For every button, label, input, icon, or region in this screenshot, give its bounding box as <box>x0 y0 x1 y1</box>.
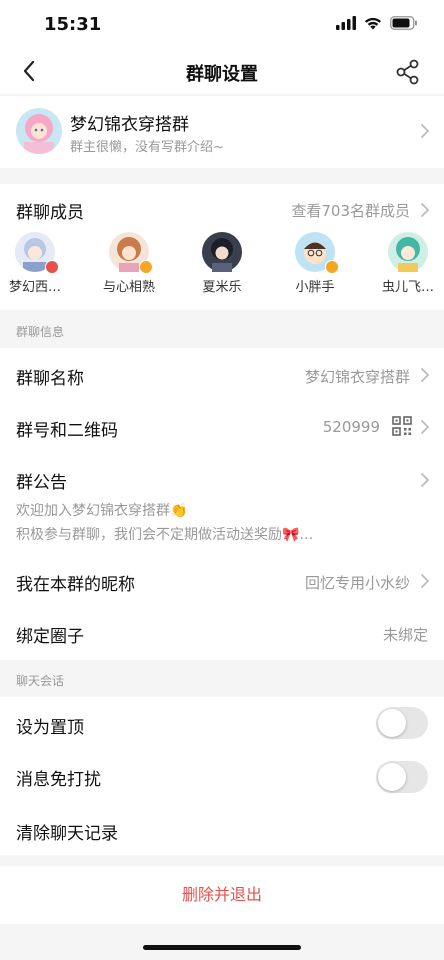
avatar <box>388 232 428 272</box>
wifi-icon <box>365 17 381 30</box>
my-nickname-row[interactable]: 我在本群的昵称 回忆专用小水纱 <box>0 554 444 606</box>
bind-circle-value: 未绑定 <box>382 626 428 644</box>
notice-line: 积极参与群聊，我们会不定期做活动送奖励🎀… <box>16 527 314 543</box>
pin-label: 设为置顶 <box>16 718 84 738</box>
nav-bar: 群聊设置 <box>0 50 444 94</box>
group-notice-label: 群公告 <box>16 473 67 493</box>
delete-exit-button[interactable]: 删除并退出 <box>0 866 444 924</box>
home-indicator <box>143 945 301 950</box>
member-name: 虫儿飞… <box>381 280 434 295</box>
my-nickname-value: 回忆专用小水纱 <box>304 574 410 592</box>
group-description: 群主很懒，没有写群介绍~ <box>70 140 224 155</box>
section-header-chat: 聊天会话 <box>16 674 65 688</box>
bind-circle-label: 绑定圈子 <box>16 627 84 647</box>
avatar <box>295 232 339 274</box>
member-badge <box>139 260 153 274</box>
clear-history-label: 清除聊天记录 <box>16 824 118 844</box>
member-name: 与心相熟 <box>102 280 155 295</box>
page-title: 群聊设置 <box>186 64 258 85</box>
member-name: 梦幻西… <box>8 280 61 295</box>
group-name-value: 梦幻锦衣穿搭群 <box>304 368 410 386</box>
status-time: 15:31 <box>44 14 102 35</box>
group-avatar <box>16 108 62 154</box>
status-bar: 15:31 <box>0 0 444 50</box>
mute-label: 消息免打扰 <box>16 770 101 790</box>
signal-icon <box>336 16 356 30</box>
avatar <box>109 232 153 274</box>
notice-line: 欢迎加入梦幻锦衣穿搭群👏 <box>16 503 188 519</box>
toggle-knob <box>378 709 406 737</box>
pin-row: 设为置顶 <box>0 697 444 749</box>
bind-circle-row[interactable]: 绑定圈子 未绑定 <box>0 606 444 658</box>
member-item[interactable]: 虫儿飞… <box>373 232 443 295</box>
member-item[interactable]: 夏米乐 <box>187 232 257 295</box>
member-badge <box>325 260 339 274</box>
group-name: 梦幻锦衣穿搭群 <box>70 115 189 135</box>
member-badge <box>45 260 59 274</box>
chevron-right-icon <box>421 574 429 588</box>
share-button[interactable] <box>394 58 422 86</box>
group-id-label: 群号和二维码 <box>16 421 118 441</box>
members-label: 群聊成员 <box>16 203 84 223</box>
members-section: 群聊成员 查看703名群成员 梦幻西… 与心相熟 夏米乐 小胖手 虫儿飞… <box>0 184 444 310</box>
group-id-value: 520999 <box>322 418 380 436</box>
member-item[interactable]: 小胖手 <box>280 232 350 295</box>
chevron-right-icon <box>421 124 429 138</box>
chevron-right-icon <box>421 420 429 434</box>
group-card[interactable]: 梦幻锦衣穿搭群 群主很懒，没有写群介绍~ <box>0 96 444 168</box>
group-name-label: 群聊名称 <box>16 369 84 389</box>
group-notice-row[interactable]: 群公告 欢迎加入梦幻锦衣穿搭群👏 积极参与群聊，我们会不定期做活动送奖励🎀… <box>0 452 444 554</box>
my-nickname-label: 我在本群的昵称 <box>16 575 135 595</box>
mute-toggle[interactable] <box>376 761 428 793</box>
group-id-row[interactable]: 群号和二维码 520999 <box>0 400 444 452</box>
chevron-right-icon <box>421 203 429 217</box>
toggle-knob <box>378 763 406 791</box>
chat-section: 设为置顶 消息免打扰 清除聊天记录 <box>0 697 444 855</box>
group-name-row[interactable]: 群聊名称 梦幻锦衣穿搭群 <box>0 348 444 400</box>
section-header-info: 群聊信息 <box>16 325 65 339</box>
avatar <box>202 232 242 272</box>
mute-row: 消息免打扰 <box>0 749 444 801</box>
member-item[interactable]: 与心相熟 <box>94 232 164 295</box>
member-name: 夏米乐 <box>202 280 242 295</box>
avatar <box>15 232 59 274</box>
chevron-right-icon <box>421 368 429 382</box>
qr-code-icon <box>392 416 412 436</box>
member-name: 小胖手 <box>295 280 335 295</box>
view-all-members-link[interactable]: 查看703名群成员 <box>291 200 410 221</box>
status-icons <box>336 16 418 30</box>
pin-toggle[interactable] <box>376 707 428 739</box>
share-icon <box>396 59 419 85</box>
member-item[interactable]: 梦幻西… <box>0 232 70 295</box>
battery-icon <box>390 16 417 30</box>
chevron-right-icon <box>421 473 429 487</box>
group-info-section: 群聊名称 梦幻锦衣穿搭群 群号和二维码 520999 群公告 欢迎加入梦幻锦衣穿… <box>0 348 444 660</box>
clear-history-row[interactable]: 清除聊天记录 <box>0 801 444 855</box>
